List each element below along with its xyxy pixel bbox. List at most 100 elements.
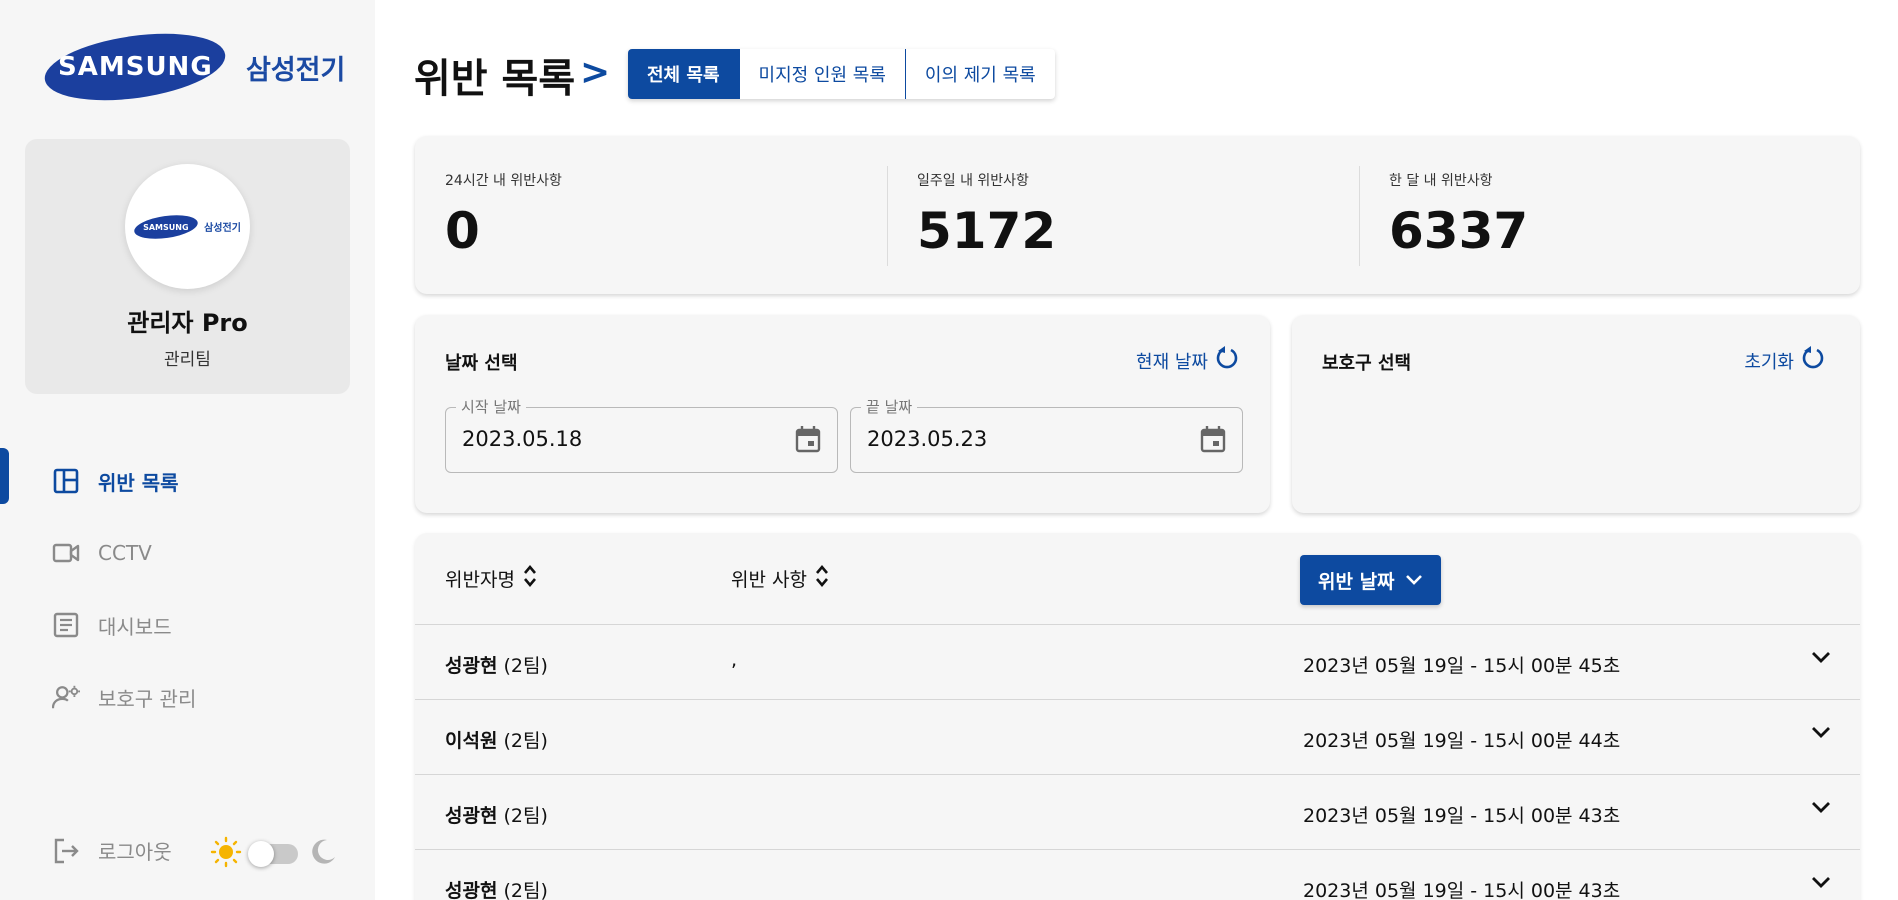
divider <box>887 166 888 266</box>
stat-value: 5172 <box>917 202 1057 260</box>
current-date-label: 현재 날짜 <box>1136 351 1208 373</box>
tab-unassigned-list[interactable]: 미지정 인원 목록 <box>740 49 906 99</box>
stat-value: 6337 <box>1389 202 1529 260</box>
expand-chevron-icon[interactable] <box>1810 647 1834 671</box>
date-cell: 2023년 05월 19일 - 15시 00분 43초 <box>1303 880 1621 900</box>
dark-mode-toggle[interactable] <box>248 841 298 867</box>
date-cell: 2023년 05월 19일 - 15시 00분 43초 <box>1303 805 1621 827</box>
expand-chevron-icon[interactable] <box>1810 797 1834 821</box>
moon-icon <box>308 837 338 871</box>
start-date-value: 2023.05.18 <box>462 427 583 451</box>
refresh-icon <box>1800 345 1826 376</box>
toggle-knob <box>248 841 274 867</box>
violator-team: (2팀) <box>503 880 548 900</box>
chevron-down-icon <box>1405 569 1423 591</box>
table-row[interactable]: 성광현 (2팀) 2023년 05월 19일 - 15시 00분 43초 <box>415 850 1860 900</box>
violator-name: 성광현 <box>445 805 498 827</box>
stats-card: 24시간 내 위반사항 0 일주일 내 위반사항 5172 한 달 내 위반사항… <box>415 136 1860 294</box>
violator-cell: 성광현 (2팀) <box>445 876 548 900</box>
theme-switcher <box>210 836 338 872</box>
sort-by-violation[interactable]: 위반 사항 <box>731 563 829 594</box>
end-date-legend: 끝 날짜 <box>861 396 918 417</box>
calendar-icon[interactable] <box>795 425 823 455</box>
violator-team: (2팀) <box>503 805 548 827</box>
violator-name: 성광현 <box>445 880 498 900</box>
column-header-name: 위반자명 <box>445 569 515 591</box>
violator-cell: 성광현 (2팀) <box>445 801 548 828</box>
violations-table: 위반자명 위반 사항 위반 날짜 성광현 (2팀) , 2023년 05월 19… <box>415 533 1860 900</box>
date-filter-title: 날짜 선택 <box>445 353 518 374</box>
profile-name: 관리자 Pro <box>127 309 248 337</box>
logout-button[interactable]: 로그아웃 <box>52 836 172 865</box>
sidebar-item-gear-management[interactable]: 보호구 관리 <box>0 661 375 733</box>
gear-filter-title: 보호구 선택 <box>1322 353 1412 374</box>
sidebar-item-label: 대시보드 <box>98 614 172 639</box>
table-row[interactable]: 성광현 (2팀) 2023년 05월 19일 - 15시 00분 43초 <box>415 775 1860 850</box>
date-cell: 2023년 05월 19일 - 15시 00분 44초 <box>1303 730 1621 752</box>
sidebar-item-label: 보호구 관리 <box>98 686 197 711</box>
expand-chevron-icon[interactable] <box>1810 722 1834 746</box>
avatar-logo-text: SAMSUNG <box>143 222 189 231</box>
end-date-field[interactable]: 끝 날짜 2023.05.23 <box>850 396 1243 473</box>
violator-team: (2팀) <box>503 655 548 677</box>
user-gear-icon <box>52 683 80 711</box>
column-header-date: 위반 날짜 <box>1318 570 1395 593</box>
expand-chevron-icon[interactable] <box>1810 872 1834 896</box>
layout-icon <box>52 467 80 495</box>
divider <box>1359 166 1360 266</box>
stat-label: 24시간 내 위반사항 <box>445 173 562 189</box>
current-date-button[interactable]: 현재 날짜 <box>1136 345 1240 376</box>
date-cell: 2023년 05월 19일 - 15시 00분 45초 <box>1303 655 1621 677</box>
violator-cell: 이석원 (2팀) <box>445 726 548 753</box>
start-date-legend: 시작 날짜 <box>456 396 526 417</box>
reset-button[interactable]: 초기화 <box>1744 345 1826 376</box>
profile-team: 관리팀 <box>164 350 211 370</box>
refresh-icon <box>1214 345 1240 376</box>
violator-cell: 성광현 (2팀) <box>445 651 548 678</box>
sidebar-item-violations[interactable]: 위반 목록 <box>0 445 375 517</box>
logout-icon <box>52 837 80 865</box>
sort-icon <box>815 563 829 594</box>
list-tabs: 전체 목록 미지정 인원 목록 이의 제기 목록 <box>628 49 1055 99</box>
start-date-field[interactable]: 시작 날짜 2023.05.18 <box>445 396 838 473</box>
violation-cell: , <box>731 649 738 671</box>
logout-label: 로그아웃 <box>98 840 172 864</box>
sort-by-name[interactable]: 위반자명 <box>445 563 537 594</box>
calendar-icon[interactable] <box>1200 425 1228 455</box>
violator-team: (2팀) <box>503 730 548 752</box>
sidebar-item-label: 위반 목록 <box>98 470 179 495</box>
table-row[interactable]: 성광현 (2팀) , 2023년 05월 19일 - 15시 00분 45초 <box>415 625 1860 700</box>
end-date-value: 2023.05.23 <box>867 427 988 451</box>
sidebar-item-label: CCTV <box>98 541 152 565</box>
sidebar: SAMSUNG 삼성전기 SAMSUNG 삼성전기 관리자 Pro 관리팀 위반… <box>0 0 375 900</box>
avatar: SAMSUNG 삼성전기 <box>125 164 250 289</box>
tab-all-list[interactable]: 전체 목록 <box>628 49 740 99</box>
stat-label: 한 달 내 위반사항 <box>1389 173 1493 189</box>
tab-objection-list[interactable]: 이의 제기 목록 <box>906 49 1055 99</box>
date-filter-card: 날짜 선택 현재 날짜 시작 날짜 2023.05.18 끝 날짜 2023.0… <box>415 315 1270 513</box>
sidebar-nav: 위반 목록 CCTV 대시보드 보호구 관리 <box>0 445 375 733</box>
page-title: 위반 목록 <box>414 56 576 102</box>
reset-label: 초기화 <box>1744 351 1794 373</box>
table-row[interactable]: 이석원 (2팀) 2023년 05월 19일 - 15시 00분 44초 <box>415 700 1860 775</box>
avatar-samsung-logo: SAMSUNG <box>132 211 200 242</box>
video-camera-icon <box>52 539 80 567</box>
stat-label: 일주일 내 위반사항 <box>917 173 1029 189</box>
sidebar-item-dashboard[interactable]: 대시보드 <box>0 589 375 661</box>
table-header: 위반자명 위반 사항 위반 날짜 <box>415 533 1860 625</box>
document-icon <box>52 611 80 639</box>
violator-name: 이석원 <box>445 730 498 752</box>
brand-logo[interactable]: SAMSUNG 삼성전기 <box>40 23 346 111</box>
profile-card: SAMSUNG 삼성전기 관리자 Pro 관리팀 <box>25 139 350 394</box>
sun-icon <box>210 836 242 872</box>
sort-by-date-button[interactable]: 위반 날짜 <box>1300 555 1441 605</box>
sort-icon <box>523 563 537 594</box>
sidebar-item-cctv[interactable]: CCTV <box>0 517 375 589</box>
samsung-logo: SAMSUNG <box>40 23 230 111</box>
gear-filter-card: 보호구 선택 초기화 <box>1292 315 1860 513</box>
samsung-logo-text: SAMSUNG <box>57 52 213 83</box>
column-header-violation: 위반 사항 <box>731 569 807 591</box>
stat-value: 0 <box>445 202 480 260</box>
breadcrumb-separator: > <box>580 52 611 93</box>
brand-korean-name: 삼성전기 <box>246 54 346 86</box>
